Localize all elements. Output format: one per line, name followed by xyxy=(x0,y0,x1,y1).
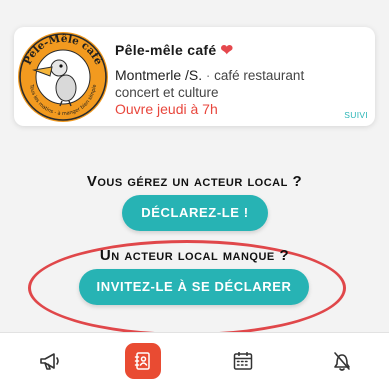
contacts-book-icon xyxy=(134,352,150,370)
actor-logo: Pêle-Mêle café Tous les matins - à mange… xyxy=(18,32,108,122)
favorite-heart-icon[interactable]: ❤ xyxy=(220,42,233,59)
bell-icon xyxy=(334,352,350,371)
missing-actor-heading: Un acteur local manque ? xyxy=(99,247,290,264)
actor-description: Montmerle /S. · café restaurant concert … xyxy=(115,67,305,100)
megaphone-icon xyxy=(40,353,59,370)
actor-name[interactable]: Pêle-mêle café ❤ xyxy=(115,41,233,59)
calendar-icon xyxy=(233,352,253,370)
actor-card[interactable]: Pêle-Mêle café Tous les matins - à mange… xyxy=(14,27,375,126)
nav-tab-notifications[interactable] xyxy=(325,344,359,378)
nav-tab-directory[interactable] xyxy=(125,343,161,379)
manage-actor-heading: Vous gérez un acteur local ? xyxy=(86,173,303,190)
follow-status-label[interactable]: SUIVI xyxy=(344,110,368,120)
invite-button[interactable]: INVITEZ-LE À SE DÉCLARER xyxy=(79,269,309,305)
declare-button[interactable]: DÉCLAREZ-LE ! xyxy=(122,195,268,231)
bottom-navigation xyxy=(0,332,389,387)
nav-tab-announcements[interactable] xyxy=(33,344,67,378)
opening-hours: Ouvre jeudi à 7h xyxy=(115,101,218,117)
nav-tab-calendar[interactable] xyxy=(226,344,260,378)
